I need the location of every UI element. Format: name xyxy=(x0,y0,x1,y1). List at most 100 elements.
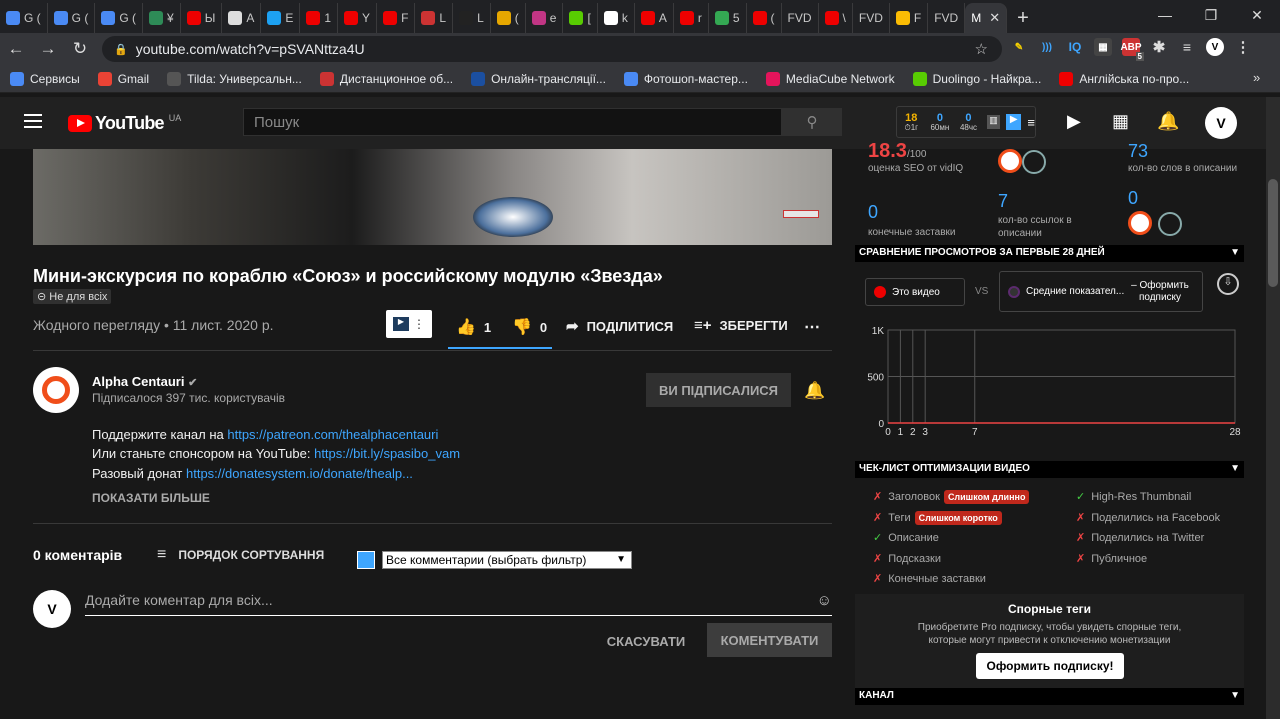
get-pro-button[interactable]: Оформить подписку! xyxy=(976,653,1124,679)
browser-tab[interactable]: e xyxy=(526,3,564,33)
save-button[interactable]: ≡+ ЗБЕРЕГТИ xyxy=(694,317,788,334)
bookmark-item[interactable]: MediaCube Network xyxy=(765,71,895,86)
dislike-button[interactable]: 👎 0 xyxy=(512,317,547,337)
profile-icon[interactable]: V xyxy=(1206,38,1224,56)
notifications-bell-icon[interactable]: 🔔 xyxy=(1157,111,1179,132)
browser-tab-active[interactable]: M ✕ xyxy=(965,3,1008,33)
account-avatar[interactable]: V xyxy=(1205,107,1237,139)
bookmark-item[interactable]: Дистанционное об... xyxy=(319,71,453,86)
comment-filter-select[interactable]: Все комментарии (выбрать фильтр) ▼ xyxy=(382,551,632,569)
channel-header[interactable]: КАНАЛ ▼ xyxy=(855,688,1244,705)
vidiq-play-icon[interactable]: ▶ xyxy=(1006,114,1022,130)
search-input[interactable]: Пошук xyxy=(243,108,782,136)
page-scrollbar[interactable] xyxy=(1266,97,1280,719)
browser-tab[interactable]: r xyxy=(674,3,709,33)
browser-tab[interactable]: L xyxy=(453,3,491,33)
browser-tab[interactable]: G ( xyxy=(48,3,96,33)
playlist-icon[interactable]: ≡ xyxy=(1178,38,1196,56)
browser-tab[interactable]: 1 xyxy=(300,3,339,33)
more-bookmarks-icon[interactable]: » xyxy=(1253,70,1260,85)
description-link[interactable]: https://bit.ly/spasibo_vam xyxy=(314,446,460,461)
show-more-button[interactable]: ПОКАЗАТИ БІЛЬШЕ xyxy=(92,491,210,505)
address-bar[interactable]: 🔒 youtube.com/watch?v=pSVANttza4U ☆ xyxy=(102,36,1002,62)
vidiq-filter-icon[interactable] xyxy=(357,551,375,569)
bookmark-item[interactable]: Англійська по-про... xyxy=(1059,71,1189,86)
vidiq-video-button[interactable]: ▶ ⋮ xyxy=(386,310,432,338)
compare-header[interactable]: СРАВНЕНИЕ ПРОСМОТРОВ ЗА ПЕРВЫЕ 28 ДНЕЙ ▼ xyxy=(855,245,1244,262)
comment-submit-button[interactable]: КОМЕНТУВАТИ xyxy=(707,623,832,657)
video-player[interactable] xyxy=(33,149,832,245)
browser-tab[interactable]: Ы xyxy=(181,3,223,33)
browser-tab[interactable]: L xyxy=(415,3,454,33)
new-tab-button[interactable]: + xyxy=(1007,3,1039,33)
chart-icon[interactable]: ▥ xyxy=(986,115,1001,129)
subscribed-button[interactable]: ВИ ПІДПИСАЛИСЯ xyxy=(646,373,791,407)
pencil-extension-icon[interactable]: ✎ xyxy=(1010,38,1028,56)
browser-tab[interactable]: FVD xyxy=(928,3,966,33)
channel-name[interactable]: Alpha Centauri ✔ xyxy=(92,374,197,389)
browser-tab[interactable]: FVD xyxy=(782,3,819,33)
bookmark-favicon-icon xyxy=(912,71,927,86)
puzzle-icon[interactable]: ✱ xyxy=(1150,38,1168,56)
wave-extension-icon[interactable]: ))) xyxy=(1038,38,1056,56)
download-icon[interactable]: ⇩ xyxy=(1217,273,1239,295)
apps-grid-icon[interactable]: ▦ xyxy=(1112,111,1129,132)
bookmark-item[interactable]: Онлайн-трансляції... xyxy=(471,71,606,86)
list-icon[interactable]: ≡ xyxy=(1027,115,1035,130)
reload-icon[interactable]: ↻ xyxy=(64,39,96,59)
create-video-icon[interactable]: ▶︎ xyxy=(1067,111,1081,132)
browser-tab[interactable]: A xyxy=(635,3,674,33)
scrollbar-thumb[interactable] xyxy=(1268,179,1278,287)
averages-toggle[interactable]: Средние показател... – Оформить подписку xyxy=(999,271,1203,312)
vidiq-extension-icon[interactable]: IQ xyxy=(1066,38,1084,56)
browser-tab[interactable]: G ( xyxy=(0,3,48,33)
search-button[interactable]: ⚲ xyxy=(782,108,842,136)
browser-tab[interactable]: k xyxy=(598,3,635,33)
comment-input[interactable]: Додайте коментар для всіх... ☺ xyxy=(85,592,832,616)
bookmark-item[interactable]: Gmail xyxy=(97,71,149,86)
subscribe-link[interactable]: – Оформить подписку xyxy=(1118,280,1202,304)
browser-tab[interactable]: \ xyxy=(819,3,853,33)
bookmark-star-icon[interactable]: ☆ xyxy=(975,40,988,58)
description-link[interactable]: https://patreon.com/thealphacentauri xyxy=(227,427,438,442)
browser-tab[interactable]: F xyxy=(890,3,929,33)
bookmark-item[interactable]: Фотошоп-мастер... xyxy=(623,71,748,86)
tab-close-icon[interactable]: ✕ xyxy=(989,10,1000,26)
browser-tab[interactable]: 5 xyxy=(709,3,747,33)
this-video-toggle[interactable]: Это видео xyxy=(865,278,965,306)
menu-dots-icon[interactable]: ⋮ xyxy=(1234,38,1252,56)
forward-arrow-icon[interactable]: → xyxy=(32,39,64,59)
cancel-button[interactable]: СКАСУВАТИ xyxy=(596,625,696,657)
browser-tab[interactable]: G ( xyxy=(95,3,144,33)
minimize-icon[interactable]: — xyxy=(1142,0,1188,30)
browser-tab[interactable]: ( xyxy=(747,3,782,33)
bookmark-item[interactable]: Сервисы xyxy=(10,71,80,86)
adblock-extension-icon[interactable]: ABP 5 xyxy=(1120,38,1144,61)
browser-tab[interactable]: ( xyxy=(491,3,526,33)
menu-hamburger-icon[interactable] xyxy=(24,114,42,128)
bookmark-item[interactable]: Duolingo - Найкра... xyxy=(912,71,1041,86)
sort-button[interactable]: ≡ ПОРЯДОК СОРТУВАННЯ xyxy=(157,546,324,564)
like-button[interactable]: 👍 1 xyxy=(456,317,491,337)
back-arrow-icon[interactable]: ← xyxy=(0,39,32,59)
channel-avatar[interactable] xyxy=(33,367,79,413)
browser-tab[interactable]: FVD xyxy=(853,3,890,33)
browser-tab[interactable]: A xyxy=(222,3,262,33)
maximize-icon[interactable]: ❐ xyxy=(1188,0,1234,30)
share-button[interactable]: ➦ ПОДІЛИТИСЯ xyxy=(566,317,673,335)
youtube-logo[interactable]: YouTube UA xyxy=(68,113,181,134)
emoji-icon[interactable]: ☺ xyxy=(817,592,832,609)
description-link[interactable]: https://donatesystem.io/donate/thealp... xyxy=(186,466,413,481)
checklist-header[interactable]: ЧЕК-ЛИСТ ОПТИМИЗАЦИИ ВИДЕО ▼ xyxy=(855,461,1244,478)
browser-tab[interactable]: E xyxy=(261,3,301,33)
more-actions-icon[interactable]: ⋯ xyxy=(804,317,820,337)
vidiq-stats-widget[interactable]: 18 ⏱1г 0 60мн 0 48чс ▥ ▶ ≡ xyxy=(896,106,1036,138)
browser-tab[interactable]: [ xyxy=(563,3,598,33)
image-extension-icon[interactable]: ▦ xyxy=(1094,38,1112,56)
close-window-icon[interactable]: ✕ xyxy=(1234,0,1280,30)
browser-tab[interactable]: F xyxy=(377,3,416,33)
browser-tab[interactable]: ¥ xyxy=(143,3,181,33)
bookmark-item[interactable]: Tilda: Универсальн... xyxy=(167,71,302,86)
browser-tab[interactable]: Y xyxy=(338,3,378,33)
channel-bell-icon[interactable]: 🔔 xyxy=(804,381,825,401)
